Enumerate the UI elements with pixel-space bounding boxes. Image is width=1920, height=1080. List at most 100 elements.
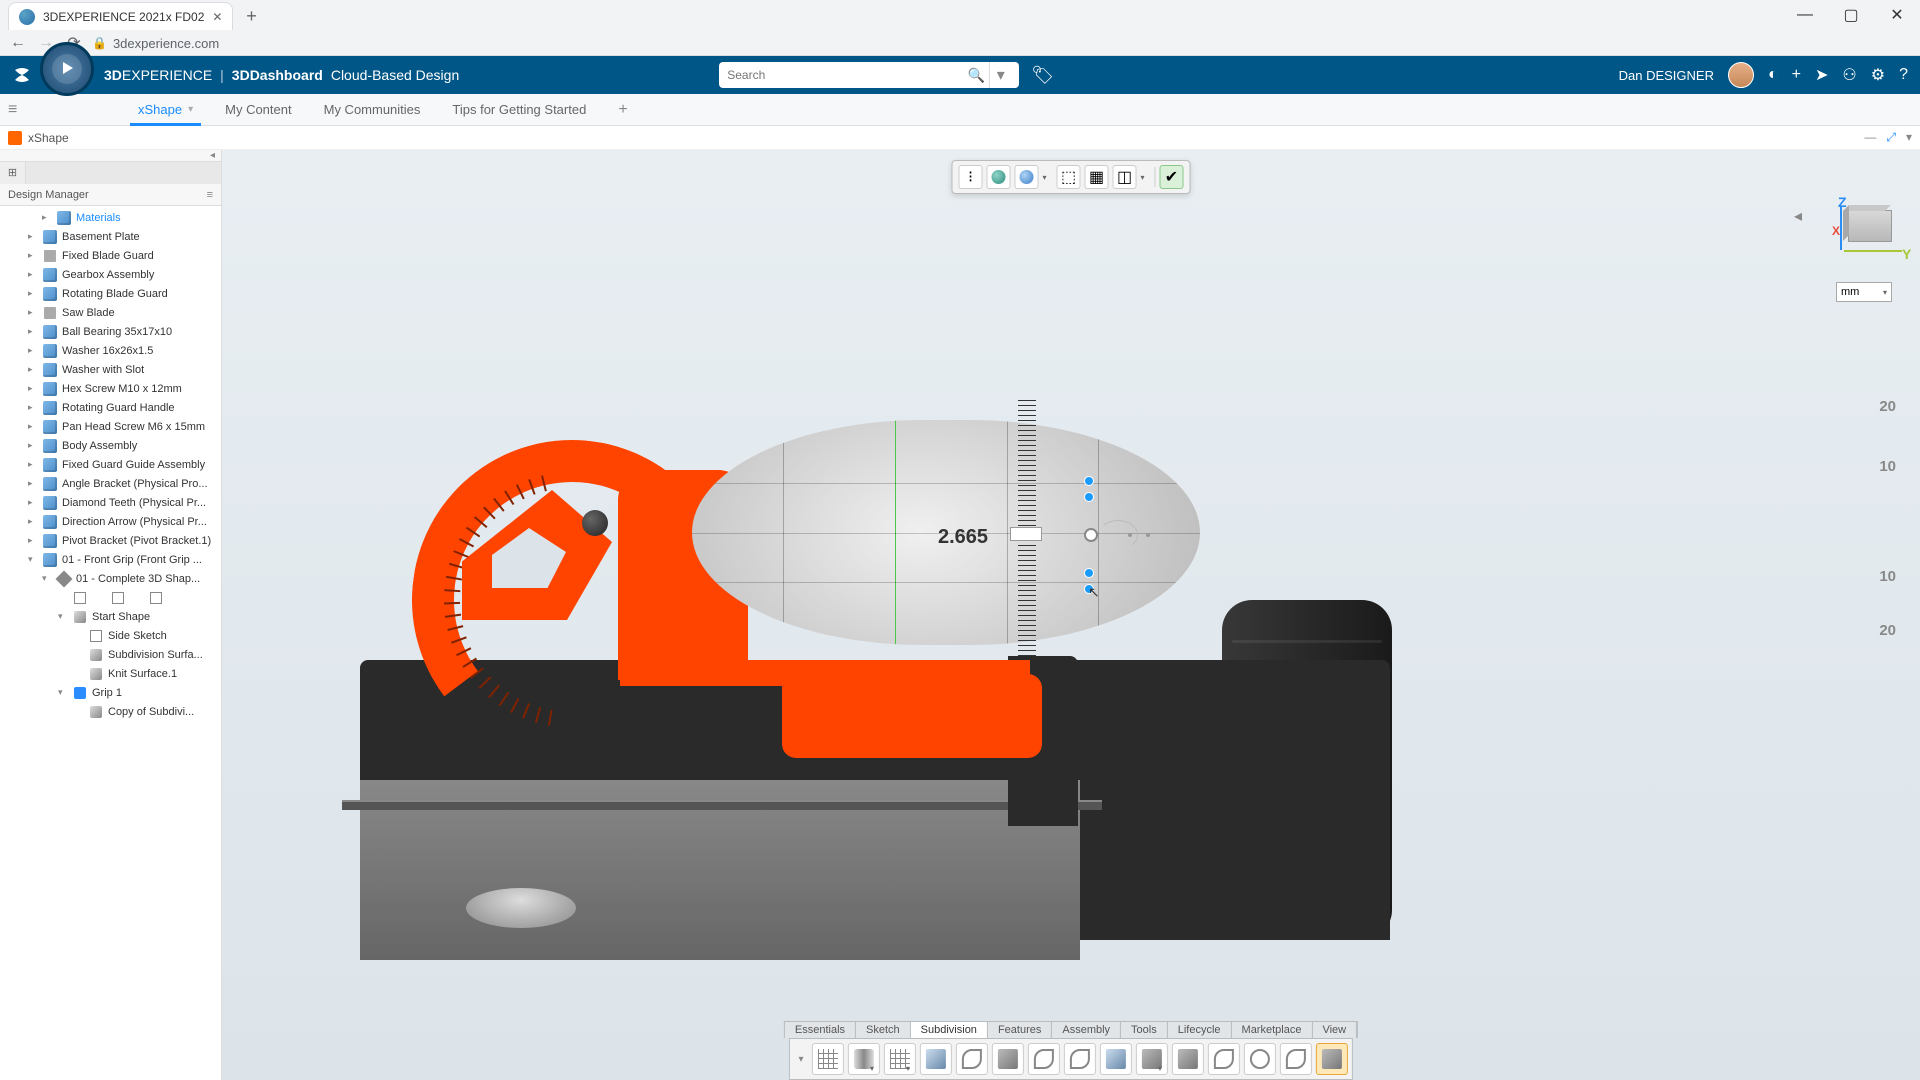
loft-tool[interactable] xyxy=(1064,1043,1096,1075)
sidebar-toggle[interactable]: ≡ xyxy=(8,101,32,119)
fill-tool[interactable] xyxy=(920,1043,952,1075)
ds-logo-icon[interactable] xyxy=(8,61,36,89)
subd-cage-tool[interactable] xyxy=(1316,1043,1348,1075)
avatar[interactable] xyxy=(1728,62,1754,88)
bend-tool[interactable] xyxy=(1028,1043,1060,1075)
compass-button[interactable] xyxy=(40,42,94,96)
window-minimize[interactable]: ― xyxy=(1782,0,1828,30)
sweep-tool[interactable] xyxy=(956,1043,988,1075)
tree-item[interactable] xyxy=(0,588,221,607)
plane-tool[interactable]: ▾ xyxy=(884,1043,916,1075)
tree-filter-input[interactable] xyxy=(26,162,221,184)
tree-item[interactable]: Subdivision Surfa... xyxy=(0,645,221,664)
tree-item[interactable]: Knit Surface.1 xyxy=(0,664,221,683)
url-text[interactable]: 3dexperience.com xyxy=(113,36,219,51)
tree-item[interactable]: ▾Start Shape xyxy=(0,607,221,626)
apps-icon[interactable]: ⚙ xyxy=(1871,65,1885,85)
section-view[interactable]: ▦ xyxy=(1085,165,1109,189)
tree-item[interactable]: ▸Washer with Slot xyxy=(0,360,221,379)
rotation-arc[interactable] xyxy=(1098,520,1138,550)
iso-view[interactable]: ◫ xyxy=(1113,165,1137,189)
collaborate-icon[interactable]: ⚇ xyxy=(1842,65,1856,85)
tree-item[interactable]: ▸Washer 16x26x1.5 xyxy=(0,341,221,360)
tree-item[interactable]: Copy of Subdivi... xyxy=(0,702,221,721)
cmd-tab-view[interactable]: View xyxy=(1312,1022,1357,1038)
window-close[interactable]: ✕ xyxy=(1874,0,1920,30)
knife-tool[interactable] xyxy=(1208,1043,1240,1075)
shell-tool[interactable] xyxy=(1100,1043,1132,1075)
nav-tab-my-communities[interactable]: My Communities xyxy=(308,94,437,126)
toolbar-expand[interactable]: ▾ xyxy=(794,1054,808,1065)
tree-item[interactable]: ▸Pan Head Screw M6 x 15mm xyxy=(0,417,221,436)
search-icon[interactable]: 🔍 xyxy=(968,67,985,84)
tree-item[interactable]: ▸Angle Bracket (Physical Pro... xyxy=(0,474,221,493)
tree-item[interactable]: ▸Direction Arrow (Physical Pr... xyxy=(0,512,221,531)
window-maximize[interactable]: ▢ xyxy=(1828,0,1874,30)
sidebar-collapse[interactable]: ◂ xyxy=(0,150,221,162)
tree-item[interactable]: ▸Rotating Guard Handle xyxy=(0,398,221,417)
view-cube[interactable]: ◂ Z X Y xyxy=(1830,198,1892,242)
shading-mode[interactable] xyxy=(1015,165,1039,189)
widget-fullscreen[interactable]: ⤢ xyxy=(1886,130,1896,145)
add-tab-button[interactable]: + xyxy=(602,94,643,126)
widget-menu[interactable]: ▾ xyxy=(1906,130,1912,145)
tree-item[interactable]: ▸Diamond Teeth (Physical Pr... xyxy=(0,493,221,512)
sphere-tool[interactable] xyxy=(1244,1043,1276,1075)
search-input[interactable] xyxy=(727,68,968,82)
tree-item[interactable]: ▸Fixed Guard Guide Assembly xyxy=(0,455,221,474)
tree-item[interactable]: Side Sketch xyxy=(0,626,221,645)
primitive-cylinder[interactable]: ▾ xyxy=(848,1043,880,1075)
tree-item[interactable]: ▾Grip 1 xyxy=(0,683,221,702)
browser-tab[interactable]: 3DEXPERIENCE 2021x FD02 ✕ xyxy=(8,2,233,30)
widget-minimize[interactable]: — xyxy=(1864,130,1876,145)
iso-dropdown[interactable]: ▾ xyxy=(1141,173,1151,182)
cmd-tab-sketch[interactable]: Sketch xyxy=(856,1022,911,1038)
tree-item[interactable]: ▸Materials xyxy=(0,208,221,227)
notifications-icon[interactable]: ◐ xyxy=(1768,66,1778,84)
help-icon[interactable]: ? xyxy=(1899,66,1908,84)
tree-view-icon[interactable]: ⊞ xyxy=(0,162,26,184)
nav-tab-xshape[interactable]: xShape▾ xyxy=(122,94,209,126)
tree-item[interactable]: ▸Hex Screw M10 x 12mm xyxy=(0,379,221,398)
bridge-tool[interactable] xyxy=(1280,1043,1312,1075)
close-tab-icon[interactable]: ✕ xyxy=(212,10,222,24)
3d-viewport[interactable]: ⁝ ▾ ⬚ ▦ ◫ ▾ ✔ ◂ Z X Y mm ▾ xyxy=(222,150,1920,1080)
panel-menu-icon[interactable]: ≡ xyxy=(207,189,213,201)
tree-item[interactable]: ▸Pivot Bracket (Pivot Bracket.1) xyxy=(0,531,221,550)
measurement-indicator[interactable] xyxy=(1010,527,1042,541)
cmd-tab-lifecycle[interactable]: Lifecycle xyxy=(1168,1022,1232,1038)
extrude-tool[interactable] xyxy=(992,1043,1024,1075)
add-icon[interactable]: + xyxy=(1792,66,1801,84)
cmd-tab-features[interactable]: Features xyxy=(988,1022,1052,1038)
cmd-tab-tools[interactable]: Tools xyxy=(1121,1022,1168,1038)
search-box[interactable]: 🔍 ▾ xyxy=(719,62,1019,88)
tree-item[interactable]: ▸Basement Plate xyxy=(0,227,221,246)
nav-tab-my-content[interactable]: My Content xyxy=(209,94,307,126)
render-mode[interactable] xyxy=(987,165,1011,189)
tag-icon[interactable]: 🏷 xyxy=(1031,65,1054,86)
nav-tab-tips-for-getting-started[interactable]: Tips for Getting Started xyxy=(436,94,602,126)
tree-item[interactable]: ▸Ball Bearing 35x17x10 xyxy=(0,322,221,341)
manipulator-origin[interactable] xyxy=(1084,528,1098,542)
share-icon[interactable]: ➤ xyxy=(1815,65,1828,85)
nav-back[interactable]: ← xyxy=(8,33,28,53)
tree-item[interactable]: ▾01 - Complete 3D Shap... xyxy=(0,569,221,588)
search-dropdown[interactable]: ▾ xyxy=(989,62,1011,88)
cmd-tab-subdivision[interactable]: Subdivision xyxy=(911,1022,988,1038)
cmd-tab-marketplace[interactable]: Marketplace xyxy=(1232,1022,1313,1038)
pick-tool[interactable]: ⁝ xyxy=(959,165,983,189)
new-tab-button[interactable]: + xyxy=(237,2,265,30)
manipulator-handle[interactable] xyxy=(1084,568,1094,578)
manipulator-handle[interactable] xyxy=(1084,492,1094,502)
grid-tool[interactable] xyxy=(812,1043,844,1075)
cmd-tab-essentials[interactable]: Essentials xyxy=(785,1022,856,1038)
tree-item[interactable]: ▸Fixed Blade Guard xyxy=(0,246,221,265)
fit-view[interactable]: ⬚ xyxy=(1057,165,1081,189)
tree-item[interactable]: ▸Saw Blade xyxy=(0,303,221,322)
box-tool[interactable]: ▾ xyxy=(1136,1043,1168,1075)
tree-item[interactable]: ▸Body Assembly xyxy=(0,436,221,455)
shading-dropdown[interactable]: ▾ xyxy=(1043,173,1053,182)
tree-item[interactable]: ▾01 - Front Grip (Front Grip ... xyxy=(0,550,221,569)
viewcube-collapse[interactable]: ◂ xyxy=(1794,206,1802,226)
subtract-tool[interactable] xyxy=(1172,1043,1204,1075)
